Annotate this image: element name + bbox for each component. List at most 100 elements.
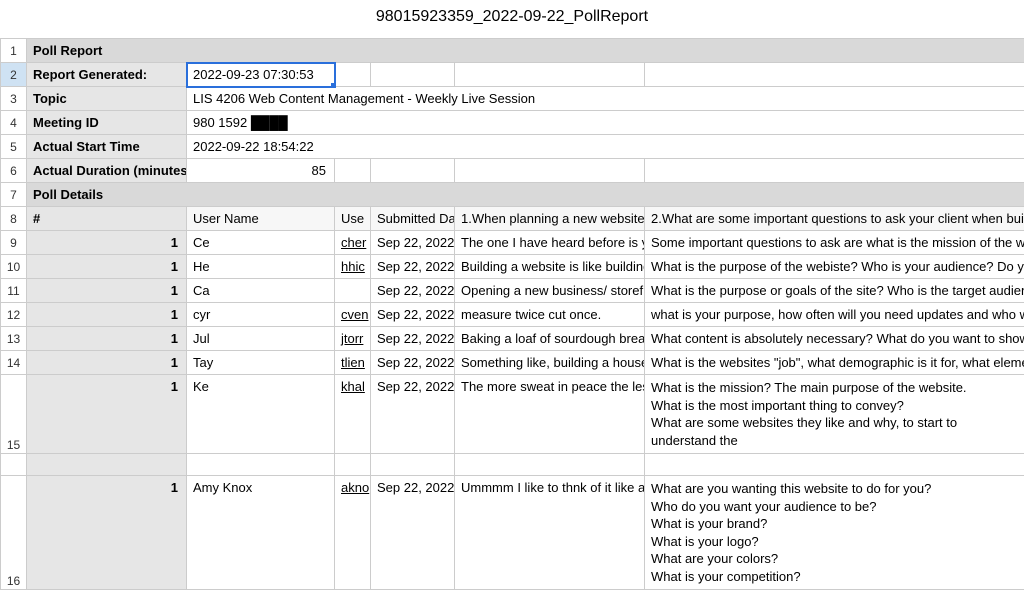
label-duration[interactable]: Actual Duration (minutes) bbox=[27, 159, 187, 183]
row-number[interactable] bbox=[1, 454, 27, 476]
grid-row[interactable]: 1 Poll Report bbox=[1, 39, 1024, 63]
email-link[interactable]: akno bbox=[341, 480, 369, 495]
grid-row[interactable]: 2 Report Generated: 2022-09-23 07:30:53 bbox=[1, 63, 1024, 87]
label-topic[interactable]: Topic bbox=[27, 87, 187, 111]
table-row[interactable]: 161Amy Knox aknoSep 22, 2022Ummmm I like … bbox=[1, 476, 1024, 590]
row-number[interactable]: 15 bbox=[1, 375, 27, 454]
cell-user-name[interactable]: Ke bbox=[187, 375, 335, 454]
cell-submitted-date[interactable]: Sep 22, 2022 bbox=[371, 303, 455, 327]
cell-user-email[interactable]: cher bbox=[335, 231, 371, 255]
cell-q2[interactable]: what is your purpose, how often will you… bbox=[645, 303, 1024, 327]
cell-user-name[interactable]: Ce bbox=[187, 231, 335, 255]
grid-cell[interactable] bbox=[27, 454, 187, 476]
cell-q2[interactable]: What are you wanting this website to do … bbox=[645, 476, 1024, 590]
row-number[interactable]: 4 bbox=[1, 111, 27, 135]
row-number[interactable]: 1 bbox=[1, 39, 27, 63]
cell-user-name[interactable]: Jul bbox=[187, 327, 335, 351]
cell-num[interactable]: 1 bbox=[27, 231, 187, 255]
cell-q1[interactable]: Opening a new business/ storefron bbox=[455, 279, 645, 303]
row-number[interactable]: 14 bbox=[1, 351, 27, 375]
cell-report-generated[interactable]: 2022-09-23 07:30:53 bbox=[187, 63, 335, 87]
grid-cell[interactable] bbox=[645, 159, 1024, 183]
grid-cell[interactable] bbox=[187, 454, 335, 476]
grid-cell[interactable] bbox=[455, 159, 645, 183]
section-header[interactable]: Poll Report bbox=[27, 39, 1024, 63]
grid-cell[interactable] bbox=[335, 159, 371, 183]
row-number[interactable]: 11 bbox=[1, 279, 27, 303]
grid-cell[interactable] bbox=[455, 63, 645, 87]
cell-q1[interactable]: The one I have heard before is you bbox=[455, 231, 645, 255]
grid-row[interactable]: 3 Topic LIS 4206 Web Content Management … bbox=[1, 87, 1024, 111]
table-row[interactable]: 141TaytlienSep 22, 2022Something like, b… bbox=[1, 351, 1024, 375]
email-link[interactable]: cven bbox=[341, 307, 368, 322]
cell-user-email[interactable]: khal bbox=[335, 375, 371, 454]
cell-q2[interactable]: Some important questions to ask are what… bbox=[645, 231, 1024, 255]
cell-user-email[interactable]: hhic bbox=[335, 255, 371, 279]
col-header-user-email[interactable]: Use bbox=[335, 207, 371, 231]
cell-q2[interactable]: What content is absolutely necessary? Wh… bbox=[645, 327, 1024, 351]
cell-q2[interactable]: What is the purpose of the webiste? Who … bbox=[645, 255, 1024, 279]
cell-q2[interactable]: What is the purpose or goals of the site… bbox=[645, 279, 1024, 303]
cell-submitted-date[interactable]: Sep 22, 2022 bbox=[371, 231, 455, 255]
label-meeting-id[interactable]: Meeting ID bbox=[27, 111, 187, 135]
grid-cell[interactable] bbox=[335, 63, 371, 87]
cell-user-email[interactable]: cven bbox=[335, 303, 371, 327]
table-row[interactable]: 121cyrcvenSep 22, 2022measure twice cut … bbox=[1, 303, 1024, 327]
grid-row[interactable]: 4 Meeting ID 980 1592 ████ bbox=[1, 111, 1024, 135]
cell-submitted-date[interactable]: Sep 22, 2022 bbox=[371, 255, 455, 279]
grid-cell[interactable] bbox=[335, 454, 371, 476]
cell-num[interactable]: 1 bbox=[27, 351, 187, 375]
row-number[interactable]: 5 bbox=[1, 135, 27, 159]
cell-submitted-date[interactable]: Sep 22, 2022 bbox=[371, 327, 455, 351]
spreadsheet-grid[interactable]: 1 Poll Report 2 Report Generated: 2022-0… bbox=[0, 38, 1024, 590]
table-row[interactable]: 101HehhicSep 22, 2022Building a website … bbox=[1, 255, 1024, 279]
grid-cell[interactable] bbox=[371, 454, 455, 476]
label-start-time[interactable]: Actual Start Time bbox=[27, 135, 187, 159]
grid-cell[interactable] bbox=[371, 63, 455, 87]
cell-q2[interactable]: What is the mission? The main purpose of… bbox=[645, 375, 1024, 454]
col-header-q1[interactable]: 1.When planning a new website, w bbox=[455, 207, 645, 231]
row-number[interactable]: 16 bbox=[1, 476, 27, 590]
email-link[interactable]: tlien bbox=[341, 355, 365, 370]
cell-q1[interactable]: Something like, building a house? bbox=[455, 351, 645, 375]
cell-user-email[interactable]: jtorr bbox=[335, 327, 371, 351]
cell-q1[interactable]: Ummmm I like to thnk of it like a c bbox=[455, 476, 645, 590]
row-number[interactable]: 3 bbox=[1, 87, 27, 111]
cell-meeting-id[interactable]: 980 1592 ████ bbox=[187, 111, 1024, 135]
cell-submitted-date[interactable]: Sep 22, 2022 bbox=[371, 375, 455, 454]
row-number[interactable]: 7 bbox=[1, 183, 27, 207]
cell-num[interactable]: 1 bbox=[27, 255, 187, 279]
grid-row[interactable]: 8 # User Name Use Submitted Dat 1.When p… bbox=[1, 207, 1024, 231]
cell-user-email[interactable]: akno bbox=[335, 476, 371, 590]
grid-cell[interactable] bbox=[645, 63, 1024, 87]
grid-row[interactable]: 6 Actual Duration (minutes) 85 bbox=[1, 159, 1024, 183]
cell-submitted-date[interactable]: Sep 22, 2022 bbox=[371, 476, 455, 590]
cell-submitted-date[interactable]: Sep 22, 2022 bbox=[371, 279, 455, 303]
cell-num[interactable]: 1 bbox=[27, 327, 187, 351]
cell-num[interactable]: 1 bbox=[27, 476, 187, 590]
col-header-submitted[interactable]: Submitted Dat bbox=[371, 207, 455, 231]
email-link[interactable]: cher bbox=[341, 235, 366, 250]
cell-user-name[interactable]: Amy Knox bbox=[187, 476, 335, 590]
cell-q1[interactable]: Baking a loaf of sourdough bread. bbox=[455, 327, 645, 351]
col-header-num[interactable]: # bbox=[27, 207, 187, 231]
cell-user-name[interactable]: He bbox=[187, 255, 335, 279]
cell-user-email[interactable]: tlien bbox=[335, 351, 371, 375]
cell-duration[interactable]: 85 bbox=[187, 159, 335, 183]
cell-q2[interactable]: What is the websites "job", what demogra… bbox=[645, 351, 1024, 375]
row-number[interactable]: 8 bbox=[1, 207, 27, 231]
table-row[interactable]: 131JuljtorrSep 22, 2022Baking a loaf of … bbox=[1, 327, 1024, 351]
cell-topic[interactable]: LIS 4206 Web Content Management - Weekly… bbox=[187, 87, 1024, 111]
row-number[interactable]: 6 bbox=[1, 159, 27, 183]
table-row[interactable] bbox=[1, 454, 1024, 476]
cell-user-name[interactable]: cyr bbox=[187, 303, 335, 327]
cell-user-name[interactable]: Tay bbox=[187, 351, 335, 375]
cell-num[interactable]: 1 bbox=[27, 375, 187, 454]
table-row[interactable]: 111CaSep 22, 2022Opening a new business/… bbox=[1, 279, 1024, 303]
cell-num[interactable]: 1 bbox=[27, 279, 187, 303]
cell-user-name[interactable]: Ca bbox=[187, 279, 335, 303]
row-number[interactable]: 10 bbox=[1, 255, 27, 279]
row-number[interactable]: 9 bbox=[1, 231, 27, 255]
grid-row[interactable]: 7 Poll Details bbox=[1, 183, 1024, 207]
email-link[interactable]: hhic bbox=[341, 259, 365, 274]
